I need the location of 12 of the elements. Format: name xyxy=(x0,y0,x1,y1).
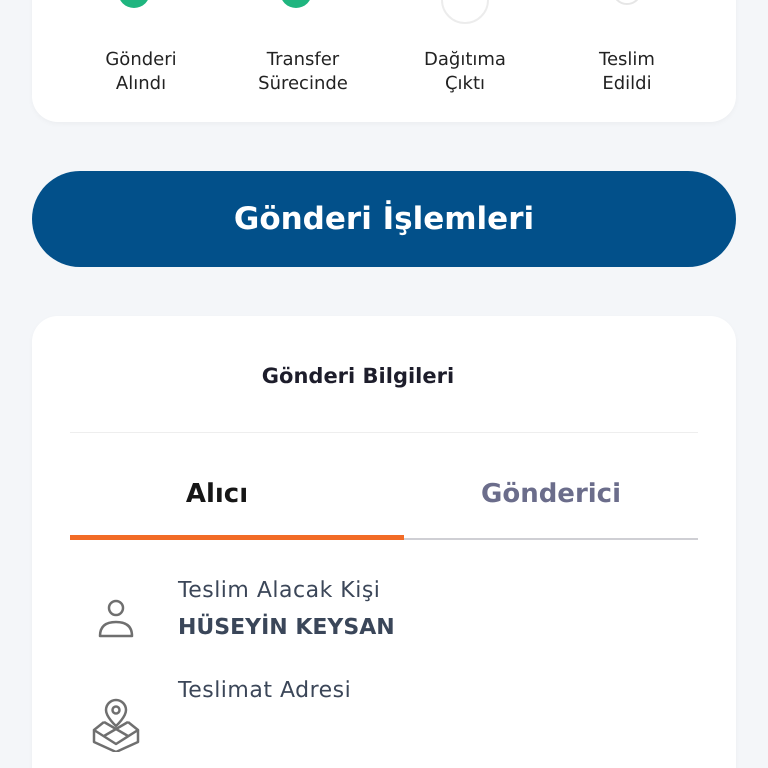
tab[interactable]: Gönderici xyxy=(404,479,698,540)
field-label: Teslimat Adresi xyxy=(178,678,352,703)
tab[interactable]: Alıcı xyxy=(70,479,404,540)
shipment-actions-button[interactable]: Gönderi İşlemleri xyxy=(32,171,736,267)
step-label: Teslim Edildi xyxy=(599,48,655,96)
step-label: Gönderi Alındı xyxy=(105,48,177,96)
field-label: Teslim Alacak Kişi xyxy=(178,578,382,603)
card-title: Gönderi Bilgileri xyxy=(260,364,456,388)
step-label: Transfer Sürecinde xyxy=(258,48,348,96)
map-pin-icon xyxy=(90,696,142,752)
field-value: HÜSEYİN KEYSAN xyxy=(178,615,395,640)
step-label: Dağıtıma Çıktı xyxy=(424,48,506,96)
